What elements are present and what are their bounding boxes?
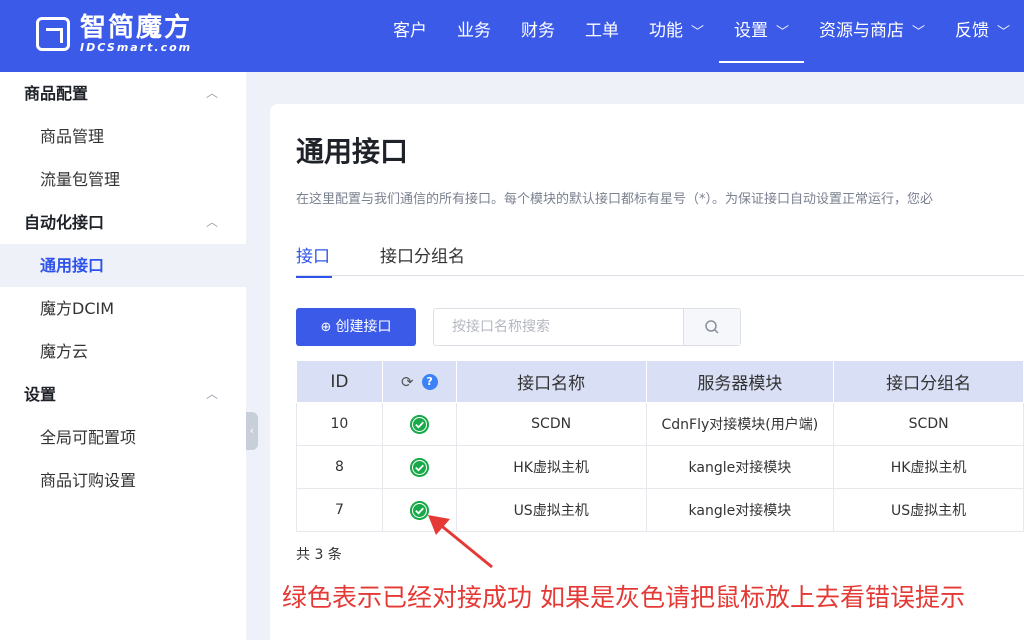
- sidebar-item-cloud[interactable]: 魔方云: [0, 330, 246, 373]
- sidebar-section-automation[interactable]: 自动化接口 ︿: [0, 201, 246, 244]
- table-header-row: ID ⟳? 接口名称 服务器模块 接口分组名: [296, 360, 1024, 403]
- cell-id: 10: [296, 402, 383, 446]
- sidebar-item-product-management[interactable]: 商品管理: [0, 115, 246, 158]
- column-header-module: 服务器模块: [645, 360, 835, 403]
- sidebar-section-product-config[interactable]: 商品配置 ︿: [0, 72, 246, 115]
- chevron-down-icon: ﹀: [776, 25, 790, 40]
- nav-item-functions[interactable]: 功能 ﹀: [634, 0, 719, 72]
- top-navbar: 智简魔方 IDCSmart.com 客户 业务 财务 工单 功能 ﹀ 设置 ﹀ 资源…: [0, 0, 1024, 72]
- search-button[interactable]: [683, 309, 740, 345]
- tab-bar: 接口 接口分组名: [296, 234, 1024, 278]
- chevron-down-icon: ﹀: [691, 25, 705, 40]
- sidebar-item-order-settings[interactable]: 商品订购设置: [0, 459, 246, 502]
- search-icon: [705, 320, 719, 334]
- sidebar-item-traffic-package[interactable]: 流量包管理: [0, 158, 246, 201]
- cell-id: 7: [296, 488, 383, 532]
- table-row[interactable]: 10 SCDN CdnFly对接模块(用户端) SCDN: [296, 402, 1024, 446]
- cell-id: 8: [296, 445, 383, 489]
- search-box: [433, 308, 741, 346]
- tab-active-indicator: [296, 276, 332, 278]
- column-header-name: 接口名称: [455, 360, 647, 403]
- tab-interface-groups[interactable]: 接口分组名: [380, 242, 465, 267]
- page-title: 通用接口: [296, 135, 409, 168]
- nav-item-feedback[interactable]: 反馈 ﹀: [940, 0, 1024, 72]
- chevron-up-icon: ︿: [205, 86, 218, 100]
- table-row[interactable]: 8 HK虚拟主机 kangle对接模块 HK虚拟主机: [296, 445, 1024, 489]
- plus-circle-icon: ⊕: [320, 320, 332, 335]
- sidebar: 商品配置 ︿ 商品管理 流量包管理 自动化接口 ︿ 通用接口 魔方DCIM 魔方云 …: [0, 72, 246, 640]
- cell-status: [381, 445, 457, 489]
- chevron-down-icon: ﹀: [997, 25, 1011, 40]
- main-card: 通用接口 在这里配置与我们通信的所有接口。每个模块的默认接口都标有星号（*）。为…: [270, 104, 1024, 640]
- cell-name: SCDN: [455, 402, 647, 446]
- annotation-arrow: [428, 515, 493, 569]
- chevron-left-icon: ‹: [249, 424, 255, 437]
- nav-item-tickets[interactable]: 工单: [570, 0, 634, 72]
- table-row[interactable]: 7 US虚拟主机 kangle对接模块 US虚拟主机: [296, 488, 1024, 532]
- nav-item-settings[interactable]: 设置 ﹀: [719, 0, 805, 72]
- column-header-status: ⟳?: [381, 360, 457, 403]
- chevron-up-icon: ︿: [205, 215, 218, 229]
- nav-item-business[interactable]: 业务: [442, 0, 506, 72]
- sidebar-item-dcim[interactable]: 魔方DCIM: [0, 287, 246, 330]
- nav-item-finance[interactable]: 财务: [506, 0, 570, 72]
- logo-icon: [36, 17, 70, 51]
- check-circle-icon[interactable]: [409, 414, 429, 434]
- sidebar-section-settings[interactable]: 设置 ︿: [0, 373, 246, 416]
- tab-interfaces[interactable]: 接口: [296, 242, 332, 278]
- brand-domain: IDCSmart.com: [80, 41, 193, 54]
- refresh-icon[interactable]: ⟳: [401, 373, 414, 391]
- column-header-group: 接口分组名: [833, 360, 1024, 403]
- sidebar-collapse-handle[interactable]: ‹: [246, 412, 258, 450]
- chevron-up-icon: ︿: [205, 387, 218, 401]
- nav-item-resources[interactable]: 资源与商店 ﹀: [804, 0, 940, 72]
- cell-group: HK虚拟主机: [833, 445, 1024, 489]
- brand-name: 智简魔方: [80, 13, 193, 43]
- annotation-note: 绿色表示已经对接成功 如果是灰色请把鼠标放上去看错误提示: [282, 583, 965, 612]
- cell-name: HK虚拟主机: [455, 445, 647, 489]
- cell-module: kangle对接模块: [645, 488, 835, 532]
- cell-group: SCDN: [833, 402, 1024, 446]
- nav-item-customers[interactable]: 客户: [378, 0, 442, 72]
- brand-logo[interactable]: 智简魔方 IDCSmart.com: [36, 14, 192, 54]
- cell-module: kangle对接模块: [645, 445, 835, 489]
- column-header-id[interactable]: ID: [296, 360, 383, 403]
- sidebar-item-global-config[interactable]: 全局可配置项: [0, 416, 246, 459]
- check-circle-icon[interactable]: [409, 457, 429, 477]
- table-total-count: 共 3 条: [296, 547, 342, 563]
- chevron-down-icon: ﹀: [912, 25, 926, 40]
- create-interface-button[interactable]: ⊕ 创建接口: [296, 308, 416, 346]
- search-input[interactable]: [434, 309, 684, 345]
- interfaces-table: ID ⟳? 接口名称 服务器模块 接口分组名 10 SCDN CdnFly对接模…: [296, 360, 1024, 532]
- help-icon[interactable]: ?: [421, 373, 438, 390]
- cell-group: US虚拟主机: [833, 488, 1024, 532]
- cell-status: [381, 402, 457, 446]
- cell-module: CdnFly对接模块(用户端): [645, 402, 835, 446]
- sidebar-item-general-interface[interactable]: 通用接口: [0, 244, 246, 287]
- page-description: 在这里配置与我们通信的所有接口。每个模块的默认接口都标有星号（*）。为保证接口自…: [296, 192, 934, 207]
- main-nav: 客户 业务 财务 工单 功能 ﹀ 设置 ﹀ 资源与商店 ﹀ 反馈 ﹀: [378, 0, 1024, 72]
